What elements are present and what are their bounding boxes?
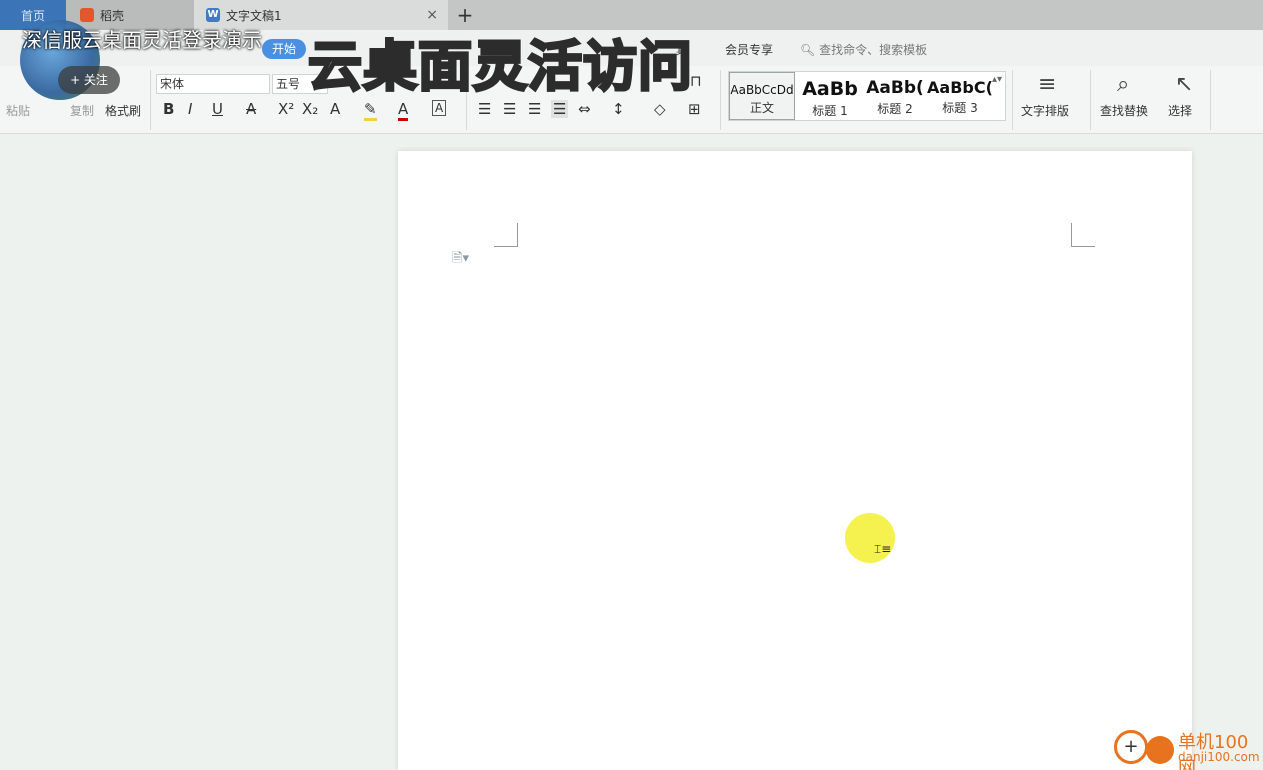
text-cursor-icon: ⌶≡: [874, 542, 892, 556]
gallery-scroll-icon[interactable]: ▴▾: [992, 74, 1002, 85]
watermark-circle-icon: [1146, 736, 1174, 764]
tab-document-label: 文字文稿1: [226, 8, 282, 23]
align-right-icon[interactable]: ☰: [528, 100, 541, 118]
text-effect-icon[interactable]: A: [330, 100, 340, 118]
style-sample: AaBb(: [866, 78, 924, 98]
highlight-icon[interactable]: ✎: [364, 100, 377, 121]
borders-icon[interactable]: ⊞: [688, 100, 701, 118]
divider: [1012, 70, 1013, 130]
command-search[interactable]: 🔍︎ 查找命令、搜索模板: [800, 41, 927, 58]
font-family-select[interactable]: 宋体: [156, 74, 270, 94]
select-button[interactable]: 选择: [1168, 102, 1192, 119]
style-label: 标题 1: [812, 104, 848, 118]
subscript-icon[interactable]: X₂: [302, 100, 318, 118]
style-heading-2[interactable]: AaBb( 标题 2: [862, 72, 928, 120]
margin-corner-top-right: [1071, 223, 1095, 247]
cursor-select-icon: ↖: [1175, 72, 1194, 97]
distributed-align-icon[interactable]: ⇔: [578, 100, 591, 118]
align-left-icon[interactable]: ☰: [478, 100, 491, 118]
line-spacing-icon[interactable]: ↕: [612, 100, 625, 118]
search-icon: ⌕: [1117, 72, 1130, 97]
style-label: 标题 3: [942, 101, 978, 115]
style-normal[interactable]: AaBbCcDd 正文: [729, 72, 795, 120]
watermark: + 单机100网 danji100.com: [1112, 728, 1263, 770]
divider: [150, 70, 151, 130]
char-border-icon[interactable]: A: [432, 100, 447, 116]
daoke-icon: [80, 8, 94, 22]
style-sample: AaBb: [802, 78, 858, 100]
menu-vip[interactable]: 会员专享: [725, 41, 773, 58]
underline-icon[interactable]: U: [212, 100, 223, 118]
justify-icon[interactable]: ☰: [551, 100, 569, 118]
watermark-plus-icon: +: [1114, 730, 1148, 764]
text-layout-button[interactable]: 文字排版: [1021, 102, 1069, 119]
divider: [1210, 70, 1211, 130]
watermark-url: danji100.com: [1178, 750, 1260, 764]
style-heading-1[interactable]: AaBb 标题 1: [797, 72, 863, 120]
command-search-placeholder: 查找命令、搜索模板: [819, 43, 928, 57]
strikethrough-icon[interactable]: A: [246, 100, 256, 118]
divider: [1090, 70, 1091, 130]
menu-start[interactable]: 开始: [262, 39, 306, 59]
copy-button[interactable]: 复制: [70, 102, 94, 119]
superscript-icon[interactable]: X²: [278, 100, 294, 118]
style-sample: AaBbC(: [927, 78, 993, 97]
style-label: 标题 2: [877, 102, 913, 116]
style-label: 正文: [749, 101, 774, 115]
close-tab-icon[interactable]: ×: [426, 7, 438, 23]
tab-home-label: 首页: [20, 8, 45, 23]
styles-gallery: AaBbCcDd 正文 AaBb 标题 1 AaBb( 标题 2 AaBbC( …: [728, 71, 1006, 121]
word-doc-icon: W: [206, 8, 220, 22]
overlay-caption: 云桌面灵活访问: [307, 34, 694, 100]
style-heading-3[interactable]: AaBbC( 标题 3: [927, 72, 993, 120]
document-page[interactable]: 🗎︎▾: [398, 151, 1192, 770]
bold-icon[interactable]: B: [163, 100, 174, 118]
italic-icon[interactable]: I: [188, 100, 192, 118]
format-painter-button[interactable]: 格式刷: [105, 102, 141, 119]
paste-button[interactable]: 粘贴: [6, 102, 30, 119]
search-icon: 🔍︎: [800, 43, 816, 57]
style-sample: AaBbCcDd: [730, 83, 794, 97]
video-title: 深信服云桌面灵活登录演示: [22, 28, 262, 52]
divider: [720, 70, 721, 130]
font-color-icon[interactable]: A: [398, 100, 409, 121]
document-icon[interactable]: 🗎︎▾: [452, 249, 469, 271]
follow-button[interactable]: + 关注: [58, 66, 120, 94]
margin-corner-top-left: [494, 223, 518, 247]
text-layout-icon: ≡: [1038, 72, 1057, 97]
shading-icon[interactable]: ◇: [654, 100, 666, 118]
find-replace-button[interactable]: 查找替换: [1100, 102, 1148, 119]
tab-daoke-label: 稻壳: [100, 8, 125, 23]
align-center-icon[interactable]: ☰: [503, 100, 516, 118]
